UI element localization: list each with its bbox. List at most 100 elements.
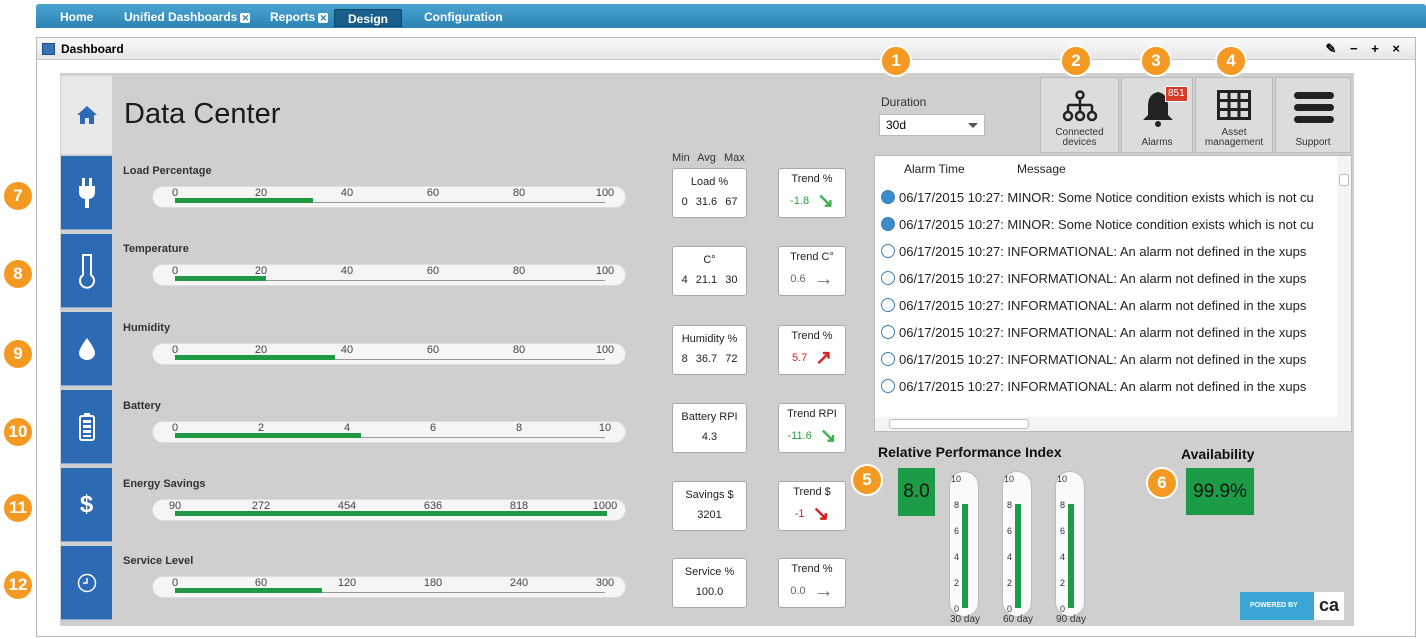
alarm-row[interactable]: 06/17/2015 10:27: INFORMATIONAL: An alar… — [881, 351, 1331, 369]
alarm-row[interactable]: 06/17/2015 10:27: MINOR: Some Notice con… — [881, 189, 1331, 207]
trend-box: Trend $ -1 ↘ — [778, 481, 846, 531]
trend-box: Trend % 5.7 ↗ — [778, 325, 846, 375]
stat-values: 100.0 — [695, 586, 724, 598]
gauge-label: Temperature — [123, 243, 189, 255]
callout-badge: 11 — [2, 492, 34, 524]
rail-battery-button[interactable] — [61, 390, 112, 464]
grid-icon — [1217, 90, 1251, 120]
gauge-tick-label: 300 — [595, 577, 615, 589]
thermometer-scale-label: 2 — [1007, 578, 1013, 588]
thermometer-icon — [78, 253, 95, 289]
gauge-tick-label: 10 — [598, 422, 612, 434]
trend-box: Trend % -1.8 ↘ — [778, 168, 846, 218]
alarm-row[interactable]: 06/17/2015 10:27: INFORMATIONAL: An alar… — [881, 297, 1331, 315]
panel-controls[interactable]: ✎ − + × — [1325, 38, 1405, 60]
alarm-text: 06/17/2015 10:27: INFORMATIONAL: An alar… — [899, 244, 1307, 259]
column-header-message[interactable]: Message — [1017, 156, 1066, 182]
stat-title: Load % — [690, 176, 729, 188]
close-icon[interactable]: ✕ — [240, 13, 251, 23]
rpi-thermometer: 10 8 6 4 2 0 — [1002, 471, 1032, 617]
availability-value-badge: 99.9% — [1186, 468, 1254, 515]
home-button[interactable] — [61, 76, 112, 154]
alarm-row[interactable]: 06/17/2015 10:27: INFORMATIONAL: An alar… — [881, 324, 1331, 342]
duration-label: Duration — [881, 95, 927, 109]
duration-select[interactable]: 30d — [879, 114, 985, 136]
connected-devices-button[interactable]: Connected devices — [1040, 77, 1119, 153]
scroll-thumb[interactable] — [1339, 174, 1349, 186]
support-button[interactable]: Support — [1275, 77, 1351, 153]
gauge-tick-label: 80 — [512, 344, 526, 356]
rail-savings-button[interactable]: $ — [61, 468, 112, 542]
rpi-thermometer: 10 8 6 4 2 0 — [1055, 471, 1085, 617]
horizontal-scrollbar[interactable] — [875, 417, 1338, 431]
trend-title: Trend C° — [790, 251, 834, 263]
callout-badge: 3 — [1140, 45, 1172, 77]
panel-title: Dashboard — [61, 42, 124, 56]
column-header-alarm-time[interactable]: Alarm Time — [904, 156, 965, 182]
gauge-tick-label: 60 — [426, 344, 440, 356]
asset-management-button[interactable]: Asset management — [1195, 77, 1273, 153]
page-title: Data Center — [124, 98, 281, 130]
rail-temperature-button[interactable] — [61, 234, 112, 308]
rail-humidity-button[interactable] — [61, 312, 112, 386]
vertical-scrollbar[interactable] — [1337, 156, 1351, 431]
trend-value: 5.7 — [791, 352, 808, 364]
gauge-bar: 0 60 120 180 240 300 — [152, 576, 626, 598]
alarm-status-icon — [881, 352, 895, 366]
alarm-text: 06/17/2015 10:27: INFORMATIONAL: An alar… — [899, 298, 1307, 313]
tab-configuration[interactable]: Configuration — [418, 8, 509, 26]
stat-title: C° — [703, 254, 716, 266]
gauge-tick-label: 60 — [426, 187, 440, 199]
trend-value: -1 — [794, 508, 805, 520]
trend-box: Trend % 0.0 → — [778, 558, 846, 608]
alarm-text: 06/17/2015 10:27: INFORMATIONAL: An alar… — [899, 379, 1307, 394]
battery-icon — [78, 412, 95, 441]
stat-title: Savings $ — [685, 489, 734, 501]
gauge-label: Energy Savings — [123, 478, 206, 490]
trend-value: -11.6 — [787, 430, 812, 442]
alarm-row[interactable]: 06/17/2015 10:27: INFORMATIONAL: An alar… — [881, 243, 1331, 261]
gauge-label: Battery — [123, 400, 161, 412]
callout-badge: 2 — [1060, 45, 1092, 77]
min-avg-max-header: Min Avg Max — [672, 152, 745, 164]
alarm-status-icon — [881, 325, 895, 339]
trend-row: -11.6 ↘ — [779, 426, 845, 446]
gauge-bar: 0 20 40 60 80 100 — [152, 264, 626, 286]
trend-flat-arrow-icon: → — [813, 580, 834, 602]
chevron-down-icon — [968, 123, 978, 128]
thermometer-scale-label: 4 — [1007, 552, 1013, 562]
plug-icon — [78, 177, 95, 208]
alarm-status-icon — [881, 244, 895, 258]
tab-home[interactable]: Home — [54, 8, 99, 26]
alarms-button[interactable]: 851 Alarms — [1121, 77, 1193, 153]
scroll-thumb[interactable] — [889, 419, 1029, 429]
tab-unified-dashboards[interactable]: Unified Dashboards ✕ — [118, 8, 256, 26]
alarm-text: 06/17/2015 10:27: MINOR: Some Notice con… — [899, 190, 1314, 205]
trend-row: -1.8 ↘ — [779, 191, 845, 211]
rail-power-button[interactable] — [61, 156, 112, 230]
trend-title: Trend $ — [793, 486, 831, 498]
alarm-table-header: Alarm Time Message — [875, 156, 1351, 182]
rpi-title: Relative Performance Index — [878, 444, 1062, 460]
gauge-fill — [175, 198, 314, 203]
alarm-row[interactable]: 06/17/2015 10:27: INFORMATIONAL: An alar… — [881, 378, 1331, 396]
gauge-tick-label: 80 — [512, 265, 526, 277]
tab-reports[interactable]: Reports ✕ — [264, 8, 334, 26]
gauge-bar: 90 272 454 636 818 1000 — [152, 499, 626, 521]
alarm-status-icon — [881, 298, 895, 312]
thermometer-fill — [1068, 504, 1074, 608]
tab-design[interactable]: Design — [334, 9, 402, 27]
callout-badge: 4 — [1215, 45, 1247, 77]
trend-title: Trend RPI — [787, 408, 837, 420]
alarm-text: 06/17/2015 10:27: INFORMATIONAL: An alar… — [899, 325, 1307, 340]
alarm-row[interactable]: 06/17/2015 10:27: MINOR: Some Notice con… — [881, 216, 1331, 234]
stat-title: Battery RPI — [681, 411, 738, 423]
rail-service-button[interactable] — [61, 546, 112, 620]
callout-badge: 12 — [2, 569, 34, 601]
alarm-status-icon — [881, 190, 895, 204]
thermometer-label: 30 day — [950, 614, 981, 625]
trend-box: Trend RPI -11.6 ↘ — [778, 403, 846, 453]
alarm-row[interactable]: 06/17/2015 10:27: INFORMATIONAL: An alar… — [881, 270, 1331, 288]
close-icon[interactable]: ✕ — [318, 13, 329, 23]
thermometer-scale-label: 2 — [1060, 578, 1066, 588]
